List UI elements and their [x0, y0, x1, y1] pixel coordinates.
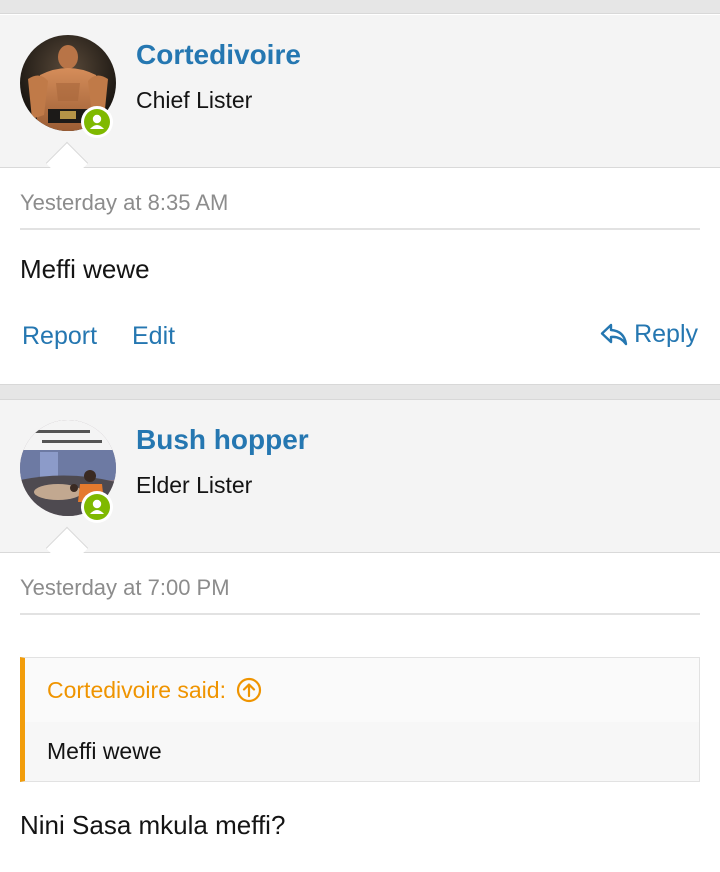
- post-2-online-badge: [81, 491, 113, 523]
- post-2-divider: [20, 613, 700, 615]
- post-2-user-title: Elder Lister: [136, 472, 253, 498]
- post-2-username[interactable]: Bush hopper: [136, 424, 309, 456]
- post-1-header-arrow: [45, 141, 89, 185]
- post-1-online-badge: [81, 106, 113, 138]
- post-1-message: Meffi wewe: [20, 254, 150, 284]
- reply-label: Reply: [634, 320, 698, 348]
- post-1-username[interactable]: Cortedivoire: [136, 39, 301, 71]
- user-online-icon: [90, 499, 104, 514]
- post-1-user-title: Chief Lister: [136, 87, 253, 113]
- quote-text: Meffi wewe: [47, 738, 162, 764]
- post-separator: [0, 384, 720, 400]
- quote-block: Cortedivoire said: Meffi wewe: [20, 657, 700, 782]
- post-2-header-arrow: [45, 526, 89, 570]
- circle-arrow-up-icon[interactable]: [236, 677, 262, 703]
- quote-author[interactable]: Cortedivoire said:: [47, 677, 226, 704]
- reply-button[interactable]: Reply: [600, 320, 698, 349]
- post-1-timestamp[interactable]: Yesterday at 8:35 AM: [20, 190, 228, 216]
- quote-header[interactable]: Cortedivoire said:: [25, 658, 699, 722]
- post-2-timestamp[interactable]: Yesterday at 7:00 PM: [20, 575, 230, 601]
- post-1-divider: [20, 228, 700, 230]
- post-2-user-header: Bush hopper Elder Lister: [0, 400, 720, 570]
- top-separator: [0, 0, 720, 14]
- report-link[interactable]: Report: [22, 322, 97, 351]
- user-online-icon: [90, 114, 104, 129]
- post-2-message: Nini Sasa mkula meffi?: [20, 810, 286, 840]
- edit-link[interactable]: Edit: [132, 322, 175, 351]
- reply-arrow-icon: [600, 323, 628, 345]
- post-1-user-header: Cortedivoire Chief Lister: [0, 15, 720, 185]
